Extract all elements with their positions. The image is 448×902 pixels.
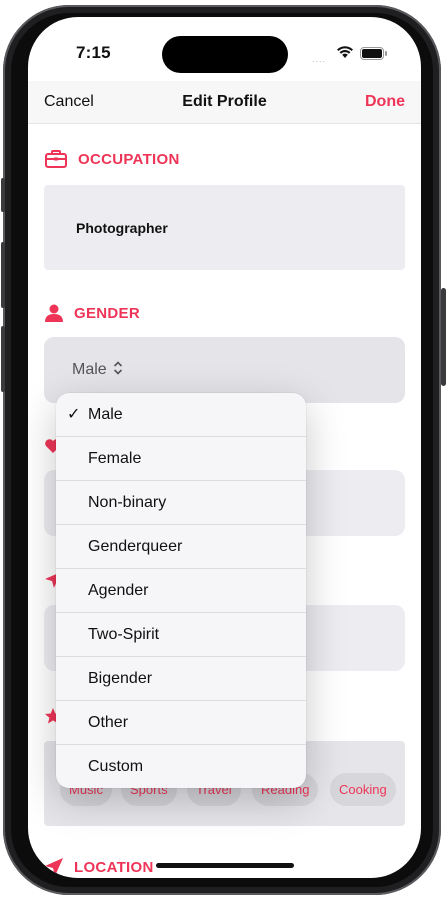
screen: 7:15 .... Cancel Edit Profile Done OCCUP…	[28, 17, 421, 878]
volume-up-button	[1, 242, 5, 308]
interest-chip[interactable]: Cooking	[330, 773, 396, 806]
menu-item-male[interactable]: ✓ Male	[56, 393, 306, 437]
occupation-header: OCCUPATION	[44, 149, 180, 169]
gender-selected-value: Male	[72, 361, 123, 379]
menu-item-female[interactable]: Female	[56, 437, 306, 481]
menu-item-genderqueer[interactable]: Genderqueer	[56, 525, 306, 569]
menu-item-other[interactable]: Other	[56, 701, 306, 745]
home-indicator[interactable]	[156, 863, 294, 868]
person-icon	[45, 304, 63, 322]
navigation-bar: Cancel Edit Profile Done	[28, 81, 421, 124]
menu-item-two-spirit[interactable]: Two-Spirit	[56, 613, 306, 657]
menu-item-non-binary[interactable]: Non-binary	[56, 481, 306, 525]
gender-label: GENDER	[74, 304, 140, 322]
volume-down-button	[1, 326, 5, 392]
briefcase-icon	[45, 150, 67, 168]
occupation-value: Photographer	[76, 220, 168, 236]
action-button	[1, 178, 5, 212]
status-bar: 7:15 ....	[28, 17, 421, 81]
gender-header: GENDER	[44, 303, 140, 323]
occupation-label: OCCUPATION	[78, 150, 180, 168]
dynamic-island	[162, 36, 288, 73]
cellular-signal-icon: ....	[312, 54, 327, 64]
done-button[interactable]: Done	[365, 93, 405, 111]
menu-item-custom[interactable]: Custom	[56, 745, 306, 788]
wifi-icon	[337, 46, 353, 58]
power-button	[441, 288, 446, 386]
menu-item-agender[interactable]: Agender	[56, 569, 306, 613]
checkmark-icon: ✓	[67, 406, 81, 423]
location-label: LOCATION	[74, 858, 154, 876]
gender-dropdown-menu: ✓ Male Female Non-binary Genderqueer Age…	[56, 393, 306, 788]
page-title: Edit Profile	[182, 93, 267, 110]
occupation-field[interactable]: Photographer	[44, 185, 405, 270]
location-arrow-icon	[45, 858, 63, 876]
status-time: 7:15	[76, 43, 111, 62]
location-header: LOCATION	[44, 857, 154, 877]
chevron-up-down-icon	[114, 361, 123, 375]
battery-icon	[360, 47, 387, 60]
menu-item-bigender[interactable]: Bigender	[56, 657, 306, 701]
